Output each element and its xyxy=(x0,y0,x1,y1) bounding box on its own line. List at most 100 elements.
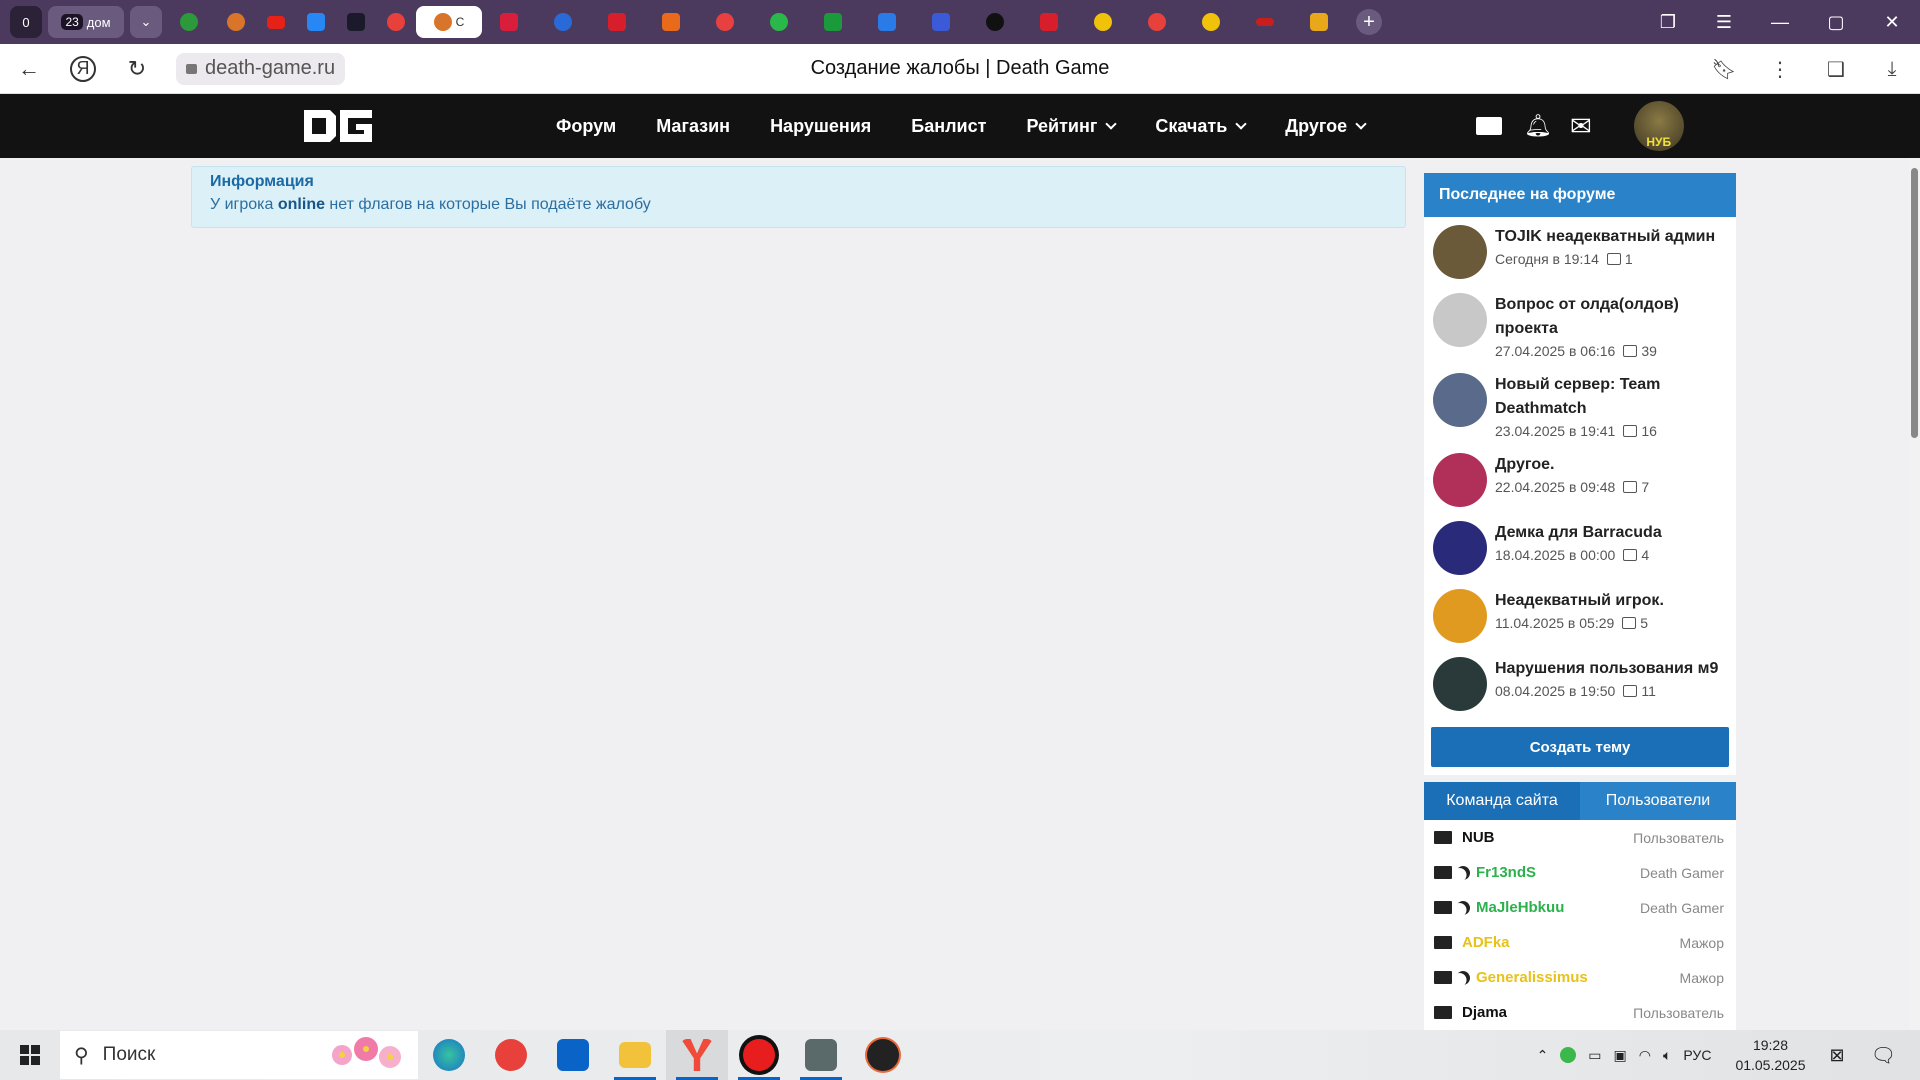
show-hidden-icons-icon[interactable]: ⌃ xyxy=(1537,1047,1549,1064)
browser-tab[interactable] xyxy=(968,6,1022,38)
browser-tab[interactable] xyxy=(336,6,376,38)
reload-icon[interactable]: ↻ xyxy=(122,54,152,84)
thread-author-avatar[interactable] xyxy=(1433,373,1487,427)
nav-item[interactable]: Другое xyxy=(1285,116,1367,137)
tabs-panel-icon[interactable]: ❐ xyxy=(1640,12,1696,33)
taskbar-edge[interactable] xyxy=(418,1030,480,1080)
volume-icon[interactable]: 🔈︎ xyxy=(1663,1047,1671,1064)
taskbar-counter-strike[interactable] xyxy=(790,1030,852,1080)
wifi-icon[interactable]: ◠ xyxy=(1639,1047,1651,1064)
taskbar-search[interactable]: ⚲ Поиск xyxy=(60,1031,418,1079)
tab-group-expand-icon[interactable]: ⌄ xyxy=(130,6,162,38)
taskbar-yandex-browser[interactable] xyxy=(666,1030,728,1080)
browser-tab[interactable] xyxy=(216,6,256,38)
nav-item[interactable]: Скачать xyxy=(1155,116,1247,137)
browser-tab-active[interactable]: С xyxy=(416,6,482,38)
taskbar-media-player[interactable] xyxy=(852,1030,914,1080)
browser-tab[interactable] xyxy=(1184,6,1238,38)
member-name[interactable]: Fr13ndS xyxy=(1476,864,1536,881)
collections-icon[interactable]: ❑ xyxy=(1808,57,1864,82)
forum-thread-item[interactable]: TOJIK неадекватный админ Сегодня в 19:14 1 xyxy=(1424,217,1736,285)
nav-item[interactable]: Нарушения xyxy=(770,116,871,137)
member-name[interactable]: Djama xyxy=(1462,1004,1507,1021)
nav-item[interactable]: Магазин xyxy=(656,116,730,137)
start-button[interactable] xyxy=(0,1045,60,1065)
action-center-icon[interactable]: 🗨︎ xyxy=(1871,1043,1896,1068)
browser-tab[interactable] xyxy=(806,6,860,38)
forum-thread-item[interactable]: Демка для Barracuda 18.04.2025 в 00:00 4 xyxy=(1424,513,1736,581)
member-name[interactable]: MaJleHbkuu xyxy=(1476,899,1564,916)
team-member-row[interactable]: Generalissimus Мажор xyxy=(1424,960,1736,995)
taskbar-yandex[interactable] xyxy=(480,1030,542,1080)
scrollbar-thumb[interactable] xyxy=(1911,168,1918,438)
browser-tab[interactable] xyxy=(256,6,296,38)
thread-title[interactable]: Нарушения пользования м9 xyxy=(1495,657,1718,681)
create-topic-button[interactable]: Создать тему xyxy=(1431,727,1729,767)
menu-icon[interactable]: ☰ xyxy=(1696,12,1752,33)
browser-tab[interactable] xyxy=(1130,6,1184,38)
team-member-row[interactable]: Djama Пользователь xyxy=(1424,995,1736,1030)
team-member-row[interactable]: NUB Пользователь xyxy=(1424,820,1736,855)
taskbar-record[interactable] xyxy=(728,1030,790,1080)
member-name[interactable]: NUB xyxy=(1462,829,1495,846)
minimize-icon[interactable]: — xyxy=(1752,12,1808,33)
tickets-icon[interactable] xyxy=(1476,117,1502,135)
battery-icon[interactable]: ▭ xyxy=(1588,1047,1601,1064)
forum-thread-item[interactable]: Нарушения пользования м9 08.04.2025 в 19:… xyxy=(1424,649,1736,717)
thread-author-avatar[interactable] xyxy=(1433,293,1487,347)
mail-icon[interactable]: ✉ xyxy=(1570,111,1592,142)
forum-thread-item[interactable]: Другое. 22.04.2025 в 09:48 7 xyxy=(1424,445,1736,513)
tab-group[interactable]: 23 дом xyxy=(48,6,124,38)
browser-tab[interactable] xyxy=(1238,6,1292,38)
browser-tab[interactable] xyxy=(1022,6,1076,38)
browser-tab[interactable] xyxy=(860,6,914,38)
new-tab-button[interactable]: + xyxy=(1356,9,1382,35)
thread-title[interactable]: TOJIK неадекватный админ xyxy=(1495,225,1715,249)
download-icon[interactable]: ⤓ xyxy=(1864,58,1920,81)
thread-author-avatar[interactable] xyxy=(1433,453,1487,507)
restore-icon[interactable]: ▢ xyxy=(1808,12,1864,33)
tab-users[interactable]: Пользователи xyxy=(1580,782,1736,820)
team-member-row[interactable]: Fr13ndS Death Gamer xyxy=(1424,855,1736,890)
nav-item[interactable]: Форум xyxy=(556,116,616,137)
browser-tab[interactable] xyxy=(296,6,336,38)
team-member-row[interactable]: MaJleHbkuu Death Gamer xyxy=(1424,890,1736,925)
taskbar-clock[interactable]: 19:28 01.05.2025 xyxy=(1735,1035,1805,1075)
browser-tab[interactable] xyxy=(376,6,416,38)
bookmark-icon[interactable]: 🔖︎ xyxy=(1696,57,1752,82)
thread-title[interactable]: Демка для Barracuda xyxy=(1495,521,1662,545)
taskbar-explorer[interactable] xyxy=(604,1030,666,1080)
browser-tab[interactable] xyxy=(482,6,536,38)
team-member-row[interactable]: ADFka Мажор xyxy=(1424,925,1736,960)
tray-app-icon[interactable] xyxy=(1560,1047,1577,1063)
more-icon[interactable]: ⋮ xyxy=(1752,57,1808,82)
forum-thread-item[interactable]: Неадекватный игрок. 11.04.2025 в 05:29 5 xyxy=(1424,581,1736,649)
close-icon[interactable]: ✕ xyxy=(1864,12,1920,33)
browser-tab[interactable] xyxy=(752,6,806,38)
thread-author-avatar[interactable] xyxy=(1433,225,1487,279)
death-game-logo[interactable] xyxy=(300,106,376,146)
thread-title[interactable]: Новый сервер: Team Deathmatch xyxy=(1495,373,1727,421)
page-scrollbar[interactable] xyxy=(1909,158,1920,1030)
language-indicator[interactable]: РУС xyxy=(1683,1047,1711,1063)
yandex-home-icon[interactable]: Я xyxy=(70,55,96,82)
tray-monitor-icon[interactable]: ▣ xyxy=(1614,1047,1627,1064)
back-icon[interactable]: ← xyxy=(14,54,44,84)
thread-author-avatar[interactable] xyxy=(1433,521,1487,575)
forum-thread-item[interactable]: Новый сервер: Team Deathmatch 23.04.2025 … xyxy=(1424,365,1736,445)
browser-tab[interactable] xyxy=(1292,6,1346,38)
browser-tab[interactable] xyxy=(162,6,216,38)
user-avatar[interactable]: НУБ xyxy=(1633,101,1684,151)
thread-title[interactable]: Вопрос от олда(олдов) проекта xyxy=(1495,293,1727,341)
url-field[interactable]: death-game.ru xyxy=(176,52,346,85)
browser-tab[interactable] xyxy=(1076,6,1130,38)
thread-title[interactable]: Другое. xyxy=(1495,453,1649,477)
nav-item[interactable]: Рейтинг xyxy=(1026,116,1118,137)
browser-tab[interactable] xyxy=(644,6,698,38)
bell-icon[interactable]: 🔔︎ xyxy=(1524,113,1552,139)
browser-tab[interactable] xyxy=(536,6,590,38)
browser-tab[interactable] xyxy=(590,6,644,38)
nav-item[interactable]: Банлист xyxy=(911,116,986,137)
member-name[interactable]: Generalissimus xyxy=(1476,969,1588,986)
forum-thread-item[interactable]: Вопрос от олда(олдов) проекта 27.04.2025 … xyxy=(1424,285,1736,365)
